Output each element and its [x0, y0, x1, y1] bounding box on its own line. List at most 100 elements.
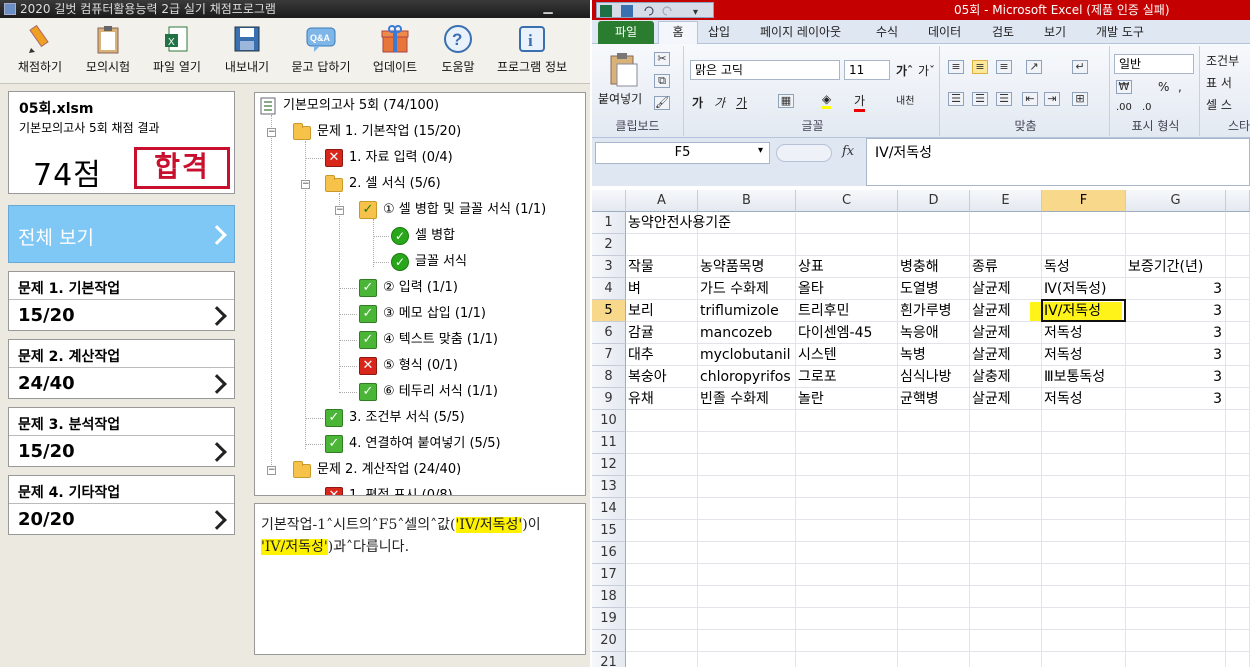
cell-overflow[interactable]: [1226, 432, 1250, 454]
cell-g1[interactable]: [1126, 212, 1226, 234]
format-painter-icon[interactable]: 🖌: [654, 96, 670, 110]
cell-a12[interactable]: [626, 454, 698, 476]
cell-g16[interactable]: [1126, 542, 1226, 564]
cell-b5[interactable]: triflumizole: [698, 300, 796, 322]
align-middle-icon[interactable]: ≡: [972, 60, 988, 74]
column-header-g[interactable]: G: [1126, 190, 1226, 212]
cell-d8[interactable]: 심식나방: [898, 366, 970, 388]
align-right-icon[interactable]: ☰: [996, 92, 1012, 106]
cell-f21[interactable]: [1042, 652, 1126, 667]
tab-page-layout[interactable]: 페이지 레이아웃: [760, 23, 841, 40]
cell-g21[interactable]: [1126, 652, 1226, 667]
cell-g6[interactable]: 3: [1126, 322, 1226, 344]
cell-g18[interactable]: [1126, 586, 1226, 608]
cell-overflow[interactable]: [1226, 366, 1250, 388]
paste-button[interactable]: 붙여넣기: [598, 90, 642, 107]
cell-a11[interactable]: [626, 432, 698, 454]
tab-formulas[interactable]: 수식: [876, 23, 898, 40]
cell-a14[interactable]: [626, 498, 698, 520]
align-top-icon[interactable]: ≡: [948, 60, 964, 74]
cell-b16[interactable]: [698, 542, 796, 564]
cell-a6[interactable]: 감귤: [626, 322, 698, 344]
cell-c19[interactable]: [796, 608, 898, 630]
row-header[interactable]: 1: [592, 212, 626, 234]
cell-e9[interactable]: 살균제: [970, 388, 1042, 410]
cell-c18[interactable]: [796, 586, 898, 608]
cut-icon[interactable]: ✂: [654, 52, 670, 66]
cell-e8[interactable]: 살충제: [970, 366, 1042, 388]
cell-f4[interactable]: Ⅳ(저독성): [1042, 278, 1126, 300]
cell-b15[interactable]: [698, 520, 796, 542]
cell-a16[interactable]: [626, 542, 698, 564]
cell-b6[interactable]: mancozeb: [698, 322, 796, 344]
row-header[interactable]: 10: [592, 410, 626, 432]
row-header[interactable]: 21: [592, 652, 626, 667]
cell-f8[interactable]: Ⅲ보통독성: [1042, 366, 1126, 388]
cell-b1[interactable]: [698, 212, 796, 234]
cell-overflow[interactable]: [1226, 322, 1250, 344]
cell-a19[interactable]: [626, 608, 698, 630]
merge-center-icon[interactable]: ⊞: [1072, 92, 1088, 106]
section-card-1[interactable]: 문제 1. 기본작업 15/20: [8, 271, 235, 331]
cell-b18[interactable]: [698, 586, 796, 608]
cell-f12[interactable]: [1042, 454, 1126, 476]
tab-file[interactable]: 파일: [598, 21, 654, 44]
open-file-button[interactable]: X 파일 열기: [142, 18, 212, 82]
section-card-2[interactable]: 문제 2. 계산작업 24/40: [8, 339, 235, 399]
cell-f7[interactable]: 저독성: [1042, 344, 1126, 366]
column-header-b[interactable]: B: [698, 190, 796, 212]
cell-g4[interactable]: 3: [1126, 278, 1226, 300]
cell-c2[interactable]: [796, 234, 898, 256]
cell-a21[interactable]: [626, 652, 698, 667]
cell-f20[interactable]: [1042, 630, 1126, 652]
orientation-icon[interactable]: ↗: [1026, 60, 1042, 74]
cell-styles-button[interactable]: 셀 스: [1206, 96, 1232, 113]
row-header[interactable]: 19: [592, 608, 626, 630]
cell-c17[interactable]: [796, 564, 898, 586]
cell-overflow[interactable]: [1226, 476, 1250, 498]
cell-c16[interactable]: [796, 542, 898, 564]
column-header-e[interactable]: E: [970, 190, 1042, 212]
cell-a7[interactable]: 대추: [626, 344, 698, 366]
cell-a13[interactable]: [626, 476, 698, 498]
column-header-c[interactable]: C: [796, 190, 898, 212]
decrease-indent-icon[interactable]: ⇤: [1022, 92, 1038, 106]
cell-overflow[interactable]: [1226, 542, 1250, 564]
cell-g14[interactable]: [1126, 498, 1226, 520]
accounting-icon[interactable]: ₩: [1116, 80, 1132, 94]
cell-d21[interactable]: [898, 652, 970, 667]
collapse-toggle[interactable]: −: [267, 128, 276, 137]
cell-e13[interactable]: [970, 476, 1042, 498]
qa-button[interactable]: Q&A 묻고 답하기: [284, 18, 358, 82]
cell-b4[interactable]: 가드 수화제: [698, 278, 796, 300]
cell-a2[interactable]: [626, 234, 698, 256]
cell-overflow[interactable]: [1226, 300, 1250, 322]
cell-g15[interactable]: [1126, 520, 1226, 542]
cell-d10[interactable]: [898, 410, 970, 432]
row-header[interactable]: 7: [592, 344, 626, 366]
row-header[interactable]: 5: [592, 300, 626, 322]
cell-e12[interactable]: [970, 454, 1042, 476]
program-info-button[interactable]: i 프로그램 정보: [490, 18, 574, 82]
cell-b9[interactable]: 빈졸 수화제: [698, 388, 796, 410]
cell-e16[interactable]: [970, 542, 1042, 564]
cell-e3[interactable]: 종류: [970, 256, 1042, 278]
decrease-decimal-icon[interactable]: .0: [1142, 102, 1152, 113]
cell-e5[interactable]: 살균제: [970, 300, 1042, 322]
cell-d20[interactable]: [898, 630, 970, 652]
cell-c12[interactable]: [796, 454, 898, 476]
cell-f13[interactable]: [1042, 476, 1126, 498]
row-header[interactable]: 12: [592, 454, 626, 476]
cell-e2[interactable]: [970, 234, 1042, 256]
cell-g5[interactable]: 3: [1126, 300, 1226, 322]
grading-tree[interactable]: 기본모의고사 5회 (74/100) − 문제 1. 기본작업 (15/20) …: [254, 92, 586, 496]
quick-access-toolbar[interactable]: ▾: [596, 2, 714, 18]
row-header[interactable]: 18: [592, 586, 626, 608]
cell-b3[interactable]: 농약품목명: [698, 256, 796, 278]
bold-icon[interactable]: 가: [692, 94, 703, 111]
cell-g20[interactable]: [1126, 630, 1226, 652]
cell-c20[interactable]: [796, 630, 898, 652]
tab-data[interactable]: 데이터: [928, 23, 961, 40]
select-all-corner[interactable]: [592, 190, 626, 212]
cell-a17[interactable]: [626, 564, 698, 586]
